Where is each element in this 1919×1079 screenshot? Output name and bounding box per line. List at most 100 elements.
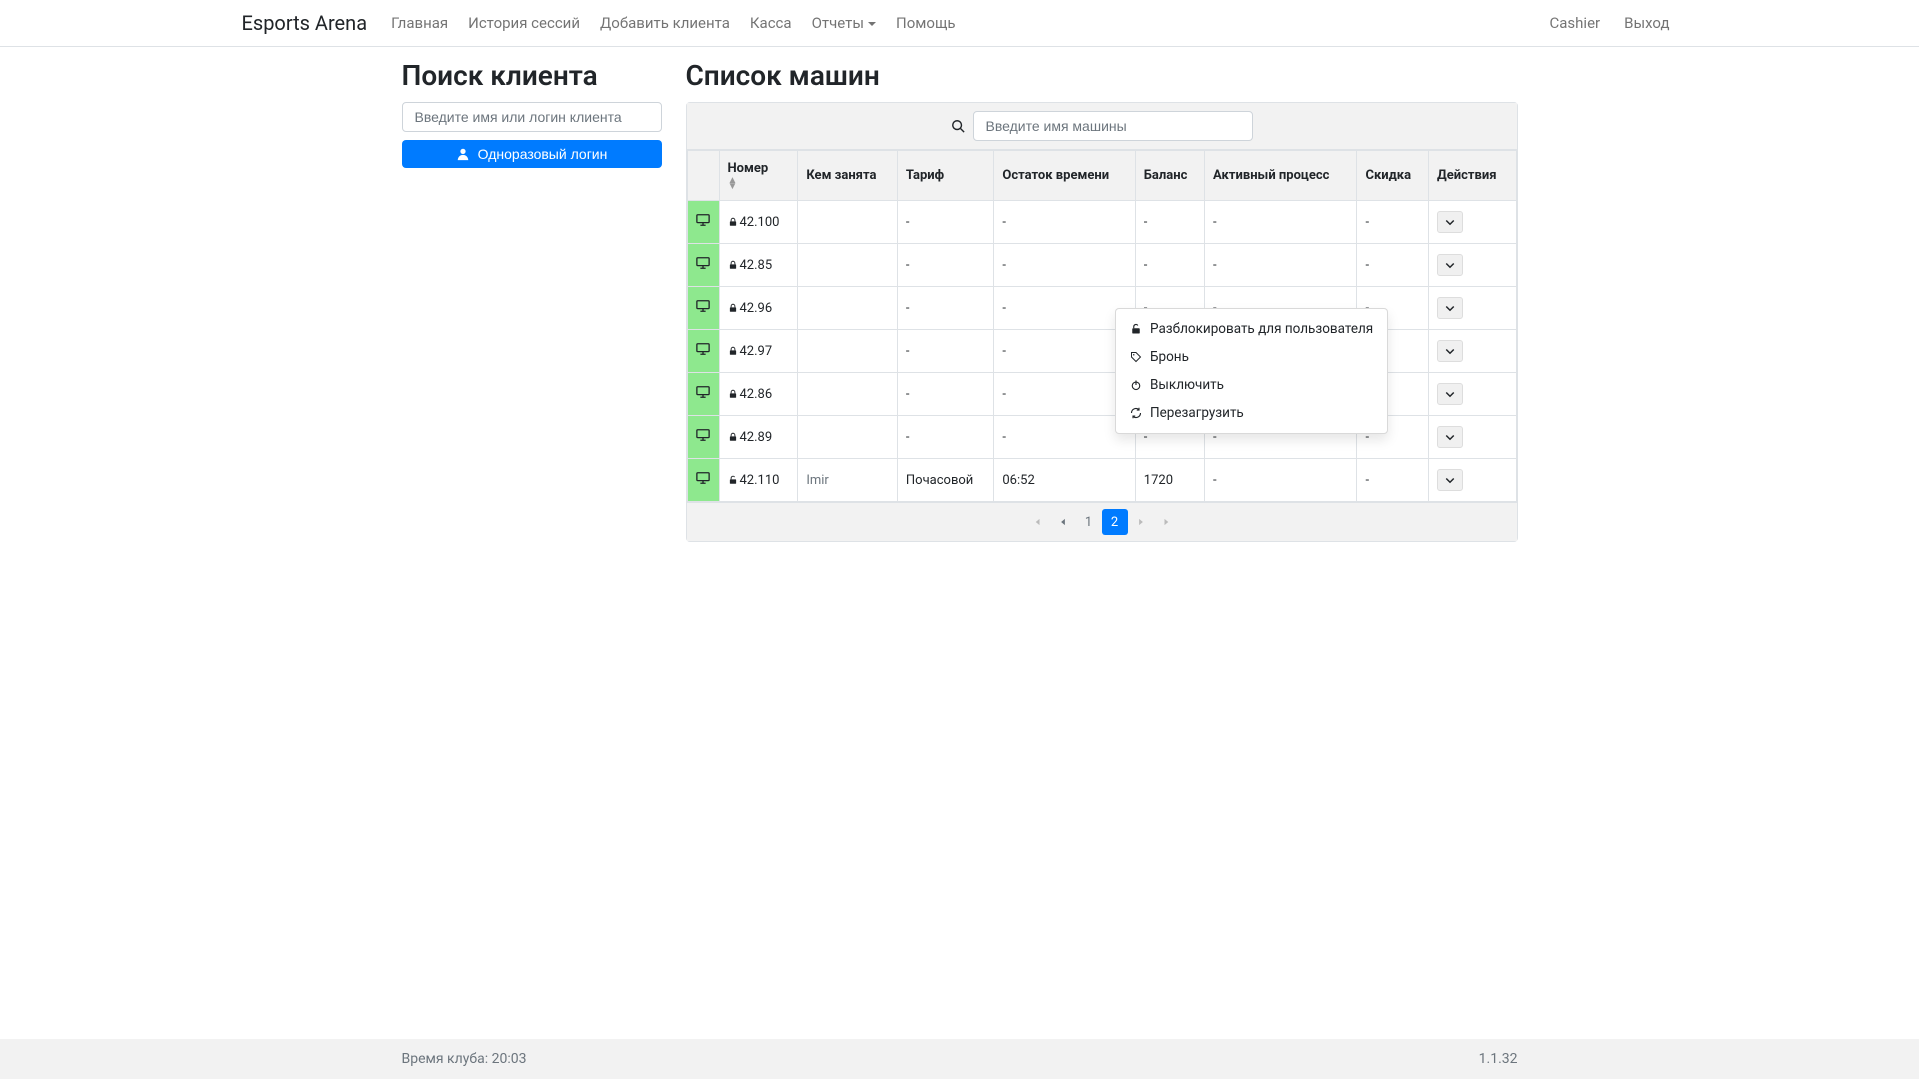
col-time-left[interactable]: Остаток времени bbox=[994, 151, 1135, 201]
cell-occupied bbox=[798, 416, 898, 459]
table-row: 42.86 - - - - - bbox=[687, 373, 1516, 416]
nav-cashier[interactable]: Касса bbox=[742, 8, 800, 38]
action-shutdown[interactable]: Выключить bbox=[1116, 371, 1387, 399]
nav-sessions[interactable]: История сессий bbox=[460, 8, 588, 38]
cell-actions bbox=[1429, 416, 1516, 459]
actions-toggle[interactable] bbox=[1437, 383, 1463, 405]
cell-number: 42.96 bbox=[719, 287, 798, 330]
page-prev[interactable] bbox=[1050, 509, 1076, 535]
nav-logout[interactable]: Выход bbox=[1616, 8, 1677, 38]
actions-toggle[interactable] bbox=[1437, 211, 1463, 233]
actions-toggle[interactable] bbox=[1437, 469, 1463, 491]
lock-icon bbox=[728, 217, 738, 227]
machine-search-input[interactable] bbox=[973, 111, 1253, 141]
lock-icon bbox=[728, 303, 738, 313]
monitor-icon bbox=[695, 299, 711, 313]
nav-help[interactable]: Помощь bbox=[888, 8, 964, 38]
cell-occupied bbox=[798, 244, 898, 287]
actions-toggle[interactable] bbox=[1437, 426, 1463, 448]
cell-balance: 1720 bbox=[1135, 459, 1204, 502]
actions-toggle[interactable] bbox=[1437, 340, 1463, 362]
machines-table: Номер ▲▼ Кем занята Тариф Остаток времен… bbox=[687, 150, 1517, 502]
monitor-icon bbox=[695, 385, 711, 399]
cell-time-left: - bbox=[994, 244, 1135, 287]
nav-reports-dropdown[interactable]: Отчеты bbox=[804, 8, 884, 38]
page-2[interactable]: 2 bbox=[1102, 509, 1128, 535]
lock-icon bbox=[728, 260, 738, 270]
status-cell bbox=[687, 416, 719, 459]
col-balance[interactable]: Баланс bbox=[1135, 151, 1204, 201]
client-link[interactable]: Imir bbox=[806, 473, 829, 488]
page-next[interactable] bbox=[1128, 509, 1154, 535]
cell-tariff: - bbox=[897, 373, 993, 416]
cell-number: 42.86 bbox=[719, 373, 798, 416]
navbar: Esports Arena Главная История сессий Доб… bbox=[0, 0, 1919, 47]
cell-number: 42.85 bbox=[719, 244, 798, 287]
action-unblock[interactable]: Разблокировать для пользователя bbox=[1116, 315, 1387, 343]
action-reserve[interactable]: Бронь bbox=[1116, 343, 1387, 371]
col-status bbox=[687, 151, 719, 201]
nav-user[interactable]: Cashier bbox=[1542, 8, 1609, 38]
cell-discount: - bbox=[1357, 244, 1429, 287]
status-cell bbox=[687, 459, 719, 502]
table-row: 42.100 - - - - - bbox=[687, 201, 1516, 244]
chevron-down-icon bbox=[1444, 474, 1456, 486]
cell-active-proc: - bbox=[1205, 244, 1357, 287]
cell-actions bbox=[1429, 244, 1516, 287]
action-reboot[interactable]: Перезагрузить bbox=[1116, 399, 1387, 427]
col-number[interactable]: Номер ▲▼ bbox=[719, 151, 798, 201]
unlock-icon bbox=[728, 475, 738, 485]
col-occupied[interactable]: Кем занята bbox=[798, 151, 898, 201]
cell-actions bbox=[1429, 330, 1516, 373]
status-cell bbox=[687, 373, 719, 416]
col-discount[interactable]: Скидка bbox=[1357, 151, 1429, 201]
cell-number: 42.89 bbox=[719, 416, 798, 459]
cell-number: 42.100 bbox=[719, 201, 798, 244]
cell-active-proc: - bbox=[1205, 459, 1357, 502]
table-row: 42.89 - - - - - bbox=[687, 416, 1516, 459]
lock-icon bbox=[728, 346, 738, 356]
client-search-input[interactable] bbox=[402, 102, 662, 132]
col-tariff[interactable]: Тариф bbox=[897, 151, 993, 201]
cell-actions bbox=[1429, 287, 1516, 330]
cell-tariff: - bbox=[897, 244, 993, 287]
refresh-icon bbox=[1130, 407, 1142, 419]
chevron-down-icon bbox=[1444, 345, 1456, 357]
cell-balance: - bbox=[1135, 244, 1204, 287]
page-last[interactable] bbox=[1154, 509, 1180, 535]
table-row: 42.97 - - - - - bbox=[687, 330, 1516, 373]
nav-links: Главная История сессий Добавить клиента … bbox=[383, 8, 1541, 38]
col-actions[interactable]: Действия bbox=[1429, 151, 1516, 201]
page-first[interactable] bbox=[1024, 509, 1050, 535]
cell-discount: - bbox=[1357, 459, 1429, 502]
cell-occupied: Imir bbox=[798, 459, 898, 502]
nav-home[interactable]: Главная bbox=[383, 8, 456, 38]
unlock-icon bbox=[1130, 323, 1142, 335]
chevron-down-icon bbox=[1444, 431, 1456, 443]
nav-add-client[interactable]: Добавить клиента bbox=[592, 8, 738, 38]
footer: Время клуба: 20:03 1.1.32 bbox=[0, 1039, 1919, 1079]
actions-dropdown: Разблокировать для пользователя Бронь Вы… bbox=[1115, 308, 1388, 434]
cell-active-proc: - bbox=[1205, 201, 1357, 244]
cell-balance: - bbox=[1135, 201, 1204, 244]
cell-occupied bbox=[798, 287, 898, 330]
machines-searchbar bbox=[687, 103, 1517, 150]
table-row: 42.85 - - - - - bbox=[687, 244, 1516, 287]
status-cell bbox=[687, 244, 719, 287]
monitor-icon bbox=[695, 213, 711, 227]
cell-occupied bbox=[798, 330, 898, 373]
actions-toggle[interactable] bbox=[1437, 297, 1463, 319]
page-1[interactable]: 1 bbox=[1076, 509, 1102, 535]
monitor-icon bbox=[695, 342, 711, 356]
pagination: 12 bbox=[687, 502, 1517, 541]
actions-toggle[interactable] bbox=[1437, 254, 1463, 276]
table-row: 42.110 Imir Почасовой 06:52 1720 - - bbox=[687, 459, 1516, 502]
cell-time-left: 06:52 bbox=[994, 459, 1135, 502]
col-active-proc[interactable]: Активный процесс bbox=[1205, 151, 1357, 201]
brand[interactable]: Esports Arena bbox=[242, 11, 368, 35]
cell-tariff: - bbox=[897, 287, 993, 330]
chevron-down-icon bbox=[1444, 216, 1456, 228]
sort-icon: ▲▼ bbox=[728, 178, 790, 190]
one-time-login-button[interactable]: Одноразовый логин bbox=[402, 140, 662, 168]
cell-number: 42.110 bbox=[719, 459, 798, 502]
